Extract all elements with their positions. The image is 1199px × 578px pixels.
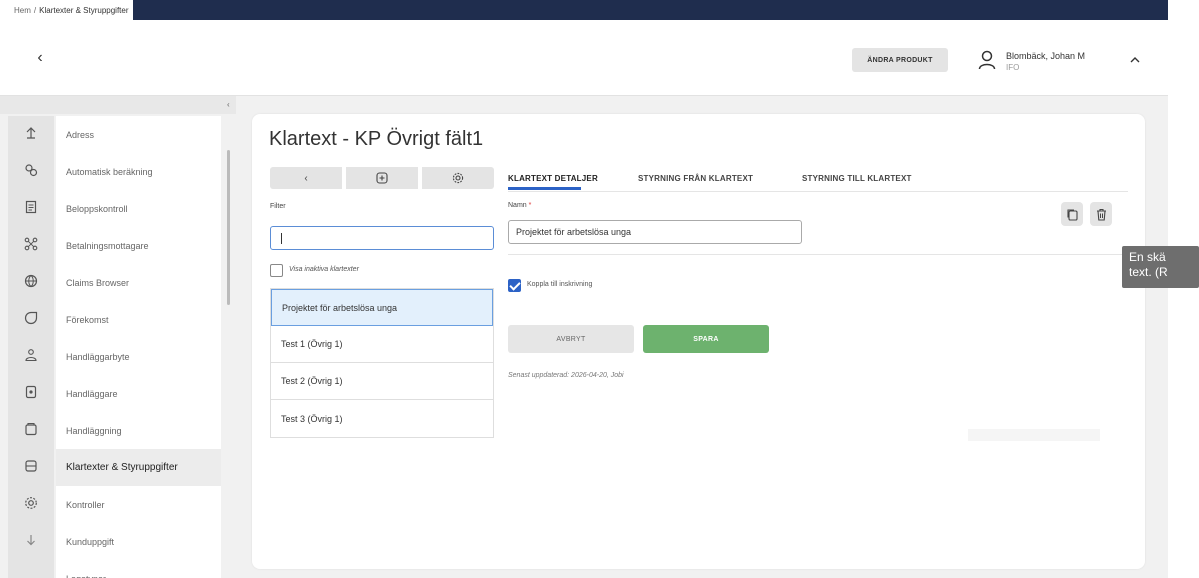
text-caret	[281, 233, 282, 244]
sidebar-item-beloppskontroll[interactable]: Beloppskontroll	[56, 190, 221, 227]
copy-button[interactable]	[1061, 202, 1083, 226]
sidebar-item-handlaggning[interactable]: Handläggning	[56, 412, 221, 449]
name-field[interactable]: Projektet för arbetslösa unga	[508, 220, 802, 244]
add-button[interactable]	[346, 167, 418, 189]
filter-input[interactable]	[270, 226, 494, 250]
tab-styrning-fran-klartext[interactable]: STYRNING FRÅN KLARTEXT	[638, 174, 753, 183]
cancel-button[interactable]: AVBRYT	[508, 325, 634, 353]
name-label: Namn *	[508, 202, 531, 209]
settings-icon[interactable]	[8, 493, 54, 513]
gear-icon	[452, 172, 464, 184]
database-icon[interactable]	[8, 456, 54, 476]
list-back-button[interactable]: ‹	[270, 167, 342, 189]
koppla-label: Koppla till inskrivning	[527, 281, 593, 288]
collapse-sidebar-icon[interactable]: ‹	[227, 100, 230, 109]
name-label-text: Namn	[508, 202, 527, 209]
app-body: ‹ Adress Automatisk beräkning Beloppskon…	[0, 96, 1168, 578]
active-tab-indicator	[508, 187, 581, 190]
tooltip: En skä text. (R	[1122, 246, 1199, 288]
list-item[interactable]: Projektet för arbetslösa unga	[271, 289, 493, 326]
download-icon[interactable]	[8, 530, 54, 550]
document-icon[interactable]	[8, 197, 54, 217]
change-product-button[interactable]: ÄNDRA PRODUKT	[852, 48, 948, 72]
trash-icon	[1096, 208, 1106, 221]
sidebar-item-handlaggarbyte[interactable]: Handläggarbyte	[56, 338, 221, 375]
copy-icon	[1066, 208, 1078, 221]
required-mark: *	[528, 202, 532, 209]
tooltip-line-2: text. (R	[1129, 265, 1168, 279]
tooltip-line-1: En skä	[1129, 250, 1166, 264]
sidebar-item-logotyper[interactable]: Logotyper	[56, 560, 221, 578]
breadcrumb-home[interactable]: Hem	[14, 6, 31, 15]
file-icon[interactable]	[8, 382, 54, 402]
sidebar-item-betalningsmottagare[interactable]: Betalningsmottagare	[56, 227, 221, 264]
top-bar	[0, 0, 1168, 20]
klartext-list: Projektet för arbetslösa unga Test 1 (Öv…	[270, 288, 494, 438]
upload-icon[interactable]	[8, 123, 54, 143]
sidebar-scrollbar[interactable]	[227, 150, 230, 305]
list-item[interactable]: Test 2 (Övrig 1)	[271, 363, 493, 400]
sidebar-collapse-strip	[0, 96, 236, 114]
tab-styrning-till-klartext[interactable]: STYRNING TILL KLARTEXT	[802, 174, 912, 183]
sidebar-item-claims-browser[interactable]: Claims Browser	[56, 264, 221, 301]
cogs-icon[interactable]	[8, 160, 54, 180]
sidebar-item-handlaggare[interactable]: Handläggare	[56, 375, 221, 412]
nodes-icon[interactable]	[8, 234, 54, 254]
sidebar-item-automatisk-berakning[interactable]: Automatisk beräkning	[56, 153, 221, 190]
content-card: Klartext - KP Övrigt fält1 ‹ Filter Visa…	[252, 114, 1145, 569]
delete-button[interactable]	[1090, 202, 1112, 226]
detail-tabs: KLARTEXT DETALJER STYRNING FRÅN KLARTEXT…	[508, 170, 1128, 192]
breadcrumb-current: Klartexter & Styruppgifter	[39, 5, 129, 15]
user-role: IFO	[1006, 63, 1020, 72]
koppla-checkbox[interactable]	[508, 279, 521, 292]
list-settings-button[interactable]	[422, 167, 494, 189]
globe-icon[interactable]	[8, 271, 54, 291]
filter-label: Filter	[270, 203, 286, 210]
user-name[interactable]: Blombäck, Johan M	[1006, 51, 1085, 61]
show-inactive-checkbox[interactable]	[270, 264, 283, 277]
back-button[interactable]: ‹	[30, 48, 50, 68]
last-updated-text: Senast uppdaterad: 2026-04-20, Jobi	[508, 372, 624, 379]
divider	[508, 254, 1128, 255]
sidebar-item-kontroller[interactable]: Kontroller	[56, 486, 221, 523]
sidebar-item-forekomst[interactable]: Förekomst	[56, 301, 221, 338]
circle-icon[interactable]	[8, 308, 54, 328]
save-button[interactable]: SPARA	[643, 325, 769, 353]
user-icon[interactable]	[978, 50, 996, 70]
box-icon[interactable]	[8, 419, 54, 439]
sidebar-item-kunduppgift[interactable]: Kunduppgift	[56, 523, 221, 560]
tab-label: KLARTEXT DETALJER	[508, 174, 598, 183]
chevron-up-icon[interactable]	[1130, 56, 1140, 67]
show-inactive-label: Visa inaktiva klartexter	[289, 266, 359, 273]
tab-klartext-detaljer[interactable]: KLARTEXT DETALJER	[508, 174, 598, 183]
icon-rail	[8, 116, 54, 578]
sidebar-menu: Adress Automatisk beräkning Beloppskontr…	[56, 116, 221, 578]
users-icon[interactable]	[8, 345, 54, 365]
sidebar-item-klartexter[interactable]: Klartexter & Styruppgifter	[56, 449, 221, 486]
breadcrumb: Hem / Klartexter & Styruppgifter	[0, 0, 133, 20]
list-item[interactable]: Test 3 (Övrig 1)	[271, 400, 493, 437]
placeholder-bar	[968, 429, 1100, 441]
plus-square-icon	[376, 172, 388, 184]
sidebar-item-adress[interactable]: Adress	[56, 116, 221, 153]
page-title: Klartext - KP Övrigt fält1	[269, 128, 484, 150]
list-item[interactable]: Test 1 (Övrig 1)	[271, 326, 493, 363]
header: ‹ ÄNDRA PRODUKT Blombäck, Johan M IFO	[0, 20, 1168, 96]
breadcrumb-separator: /	[33, 5, 37, 15]
